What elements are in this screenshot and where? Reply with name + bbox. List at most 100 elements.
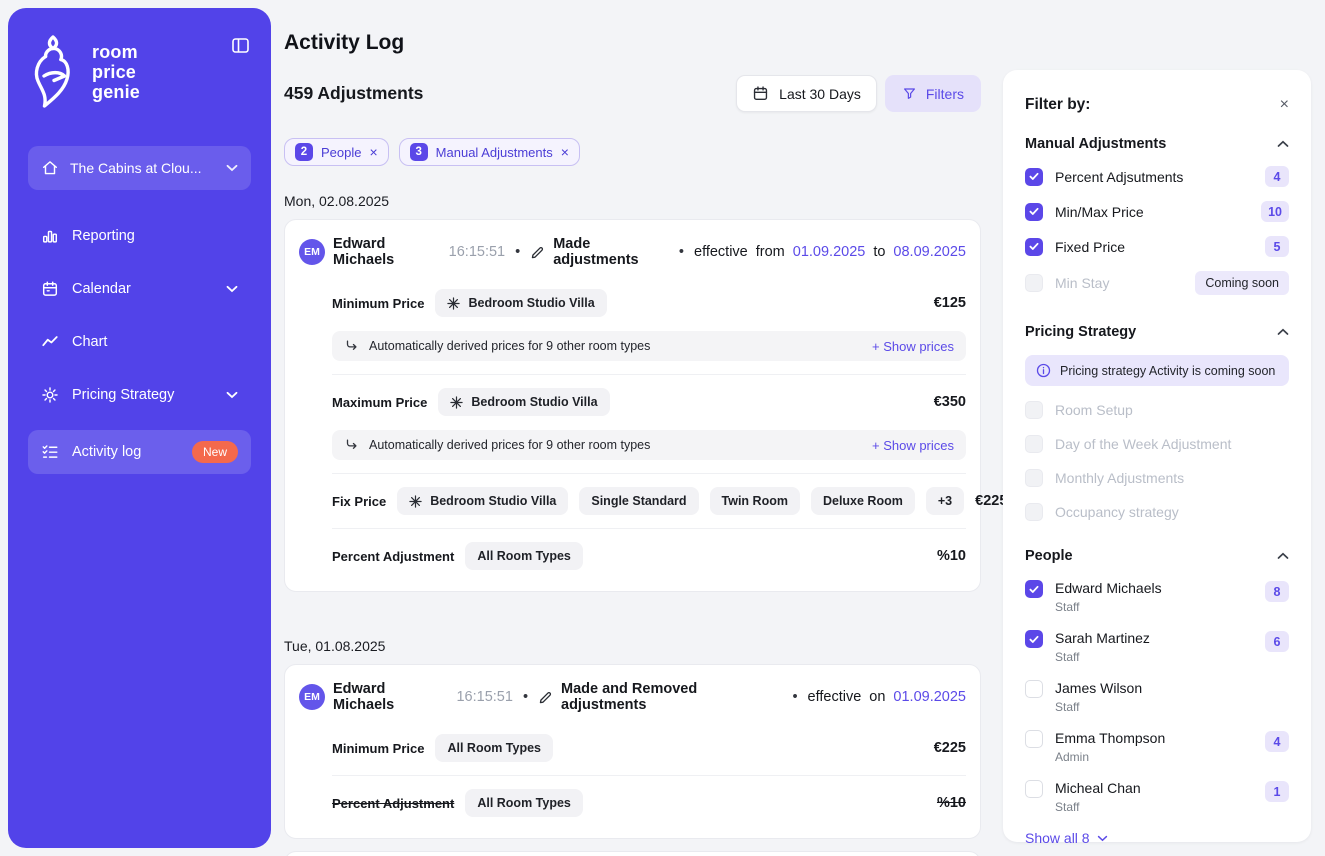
prep-from: from [756,244,785,260]
entry-header: EM Edward Michaels 16:15:51 • Made and R… [299,679,966,717]
person-filter: Emma Thompson Admin 4 [1025,730,1289,764]
sidebar-collapse-icon[interactable] [232,38,249,53]
chevron-up-icon [1277,552,1289,560]
person-filter: Sarah Martinez Staff 6 [1025,630,1289,664]
chevron-down-icon [226,164,238,172]
count-badge: 10 [1261,201,1289,222]
show-all-link[interactable]: Show all 8 [1025,830,1289,846]
checkbox-disabled [1025,435,1043,453]
checkbox-unchecked[interactable] [1025,680,1043,698]
show-prices-link[interactable]: + Show prices [872,438,954,453]
section-people[interactable]: People [1025,548,1289,564]
adjustment-row: Maximum Price Bedroom Studio Villa €350 [332,375,966,429]
sparkle-icon [447,297,460,310]
activity-card: EM Edward Michaels 16:15:51 • Made adjus… [284,219,981,592]
sidebar-item-label: Activity log [72,444,141,460]
sidebar-nav: Reporting Calendar Chart [28,218,251,474]
subheader: 459 Adjustments Last 30 Days [284,75,981,112]
page-title: Activity Log [284,31,981,55]
adjustments-count: 459 Adjustments [284,83,423,104]
adjustment-row: Fix Price Bedroom Studio Villa Single St… [332,474,966,528]
main-content: Activity Log 459 Adjustments Last 30 Day… [284,31,981,856]
chevron-up-icon [1277,328,1289,336]
adjustment-value: %10 [937,795,966,811]
room-type-pill: All Room Types [435,734,553,762]
room-type-pill: Bedroom Studio Villa [397,487,568,515]
adjustment-row-removed: Percent Adjustment All Room Types %10 [332,776,966,830]
option-label: Min/Max Price [1055,204,1144,220]
count-badge: 1 [1265,781,1289,802]
option-label: Occupancy strategy [1055,504,1179,520]
adjustment-type: Maximum Price [332,395,427,410]
person-role: Admin [1055,750,1165,764]
brand-wordmark: room price genie [92,34,140,102]
filters-button[interactable]: Filters [885,75,981,112]
date-range-button[interactable]: Last 30 Days [736,75,877,112]
sidebar-item-reporting[interactable]: Reporting [28,218,251,254]
chevron-down-icon [226,391,238,399]
filters-label: Filters [926,86,964,102]
sidebar-item-chart[interactable]: Chart [28,324,251,360]
dot-separator: • [677,244,686,260]
room-type-pill: Single Standard [579,487,698,515]
group-date: Mon, 02.08.2025 [284,193,981,209]
chevron-down-icon [226,285,238,293]
derived-text: Automatically derived prices for 9 other… [369,438,650,452]
filter-chip-people[interactable]: 2 People × [284,138,389,166]
adjustment-rows: Minimum Price All Room Types €225 Percen… [332,721,966,830]
sidebar-item-label: Pricing Strategy [72,387,174,403]
room-type-pill: Twin Room [710,487,800,515]
filter-option-disabled: Monthly Adjustments [1025,468,1289,488]
effective-from-date: 01.09.2025 [793,244,866,260]
sidebar-item-activity-log[interactable]: Activity log New [28,430,251,474]
adjustment-row: Minimum Price All Room Types €225 [332,721,966,775]
sidebar-item-calendar[interactable]: Calendar [28,271,251,307]
filter-chip-manual-adjustments[interactable]: 3 Manual Adjustments × [399,138,580,166]
effective-to-date: 08.09.2025 [893,244,966,260]
sidebar: room price genie The Cabins at Clou... [8,8,271,848]
property-selector[interactable]: The Cabins at Clou... [28,146,251,190]
count-badge: 4 [1265,731,1289,752]
sidebar-item-label: Reporting [72,228,135,244]
adjustment-row: Minimum Price Bedroom Studio Villa €125 [332,276,966,330]
entry-action: Made and Removed adjustments [561,681,782,713]
derived-arrow-icon [344,339,358,353]
chevron-down-icon [1097,835,1108,842]
entry-header: EM Edward Michaels 16:15:51 • Made adjus… [299,234,966,272]
checkbox-unchecked[interactable] [1025,730,1043,748]
more-rooms-pill: +3 [926,487,964,515]
checkbox-disabled [1025,274,1043,292]
section-pricing-strategy[interactable]: Pricing Strategy [1025,324,1289,340]
sparkle-icon [409,495,422,508]
section-manual-adjustments[interactable]: Manual Adjustments [1025,136,1289,152]
checkbox-checked[interactable] [1025,238,1043,256]
option-label: Monthly Adjustments [1055,470,1184,486]
adjustment-value: %10 [937,548,966,564]
checkbox-checked[interactable] [1025,580,1043,598]
person-name: James Wilson [1055,680,1142,696]
count-badge: 4 [1265,166,1289,187]
checkbox-unchecked[interactable] [1025,780,1043,798]
checkbox-checked[interactable] [1025,203,1043,221]
checkbox-checked[interactable] [1025,630,1043,648]
effective-label: effective [694,244,748,260]
adjustment-type: Minimum Price [332,296,424,311]
close-icon[interactable]: × [1280,97,1289,113]
avatar: EM [299,239,325,265]
home-icon [41,159,59,177]
sidebar-item-pricing-strategy[interactable]: Pricing Strategy [28,377,251,413]
person-name: Edward Michaels [1055,580,1162,596]
adjustment-value: €225 [934,740,966,756]
checkbox-disabled [1025,401,1043,419]
close-icon[interactable]: × [561,145,569,159]
bar-chart-icon [41,227,59,245]
entry-action: Made adjustments [553,236,669,268]
close-icon[interactable]: × [369,145,377,159]
option-label: Fixed Price [1055,239,1125,255]
dot-separator: • [513,244,522,260]
activity-card: EM Edward Michaels 16:15:51 • Made and R… [284,664,981,839]
show-prices-link[interactable]: + Show prices [872,339,954,354]
checkbox-checked[interactable] [1025,168,1043,186]
user-name: Edward Michaels [333,236,441,268]
filter-option-disabled: Day of the Week Adjustment [1025,434,1289,454]
